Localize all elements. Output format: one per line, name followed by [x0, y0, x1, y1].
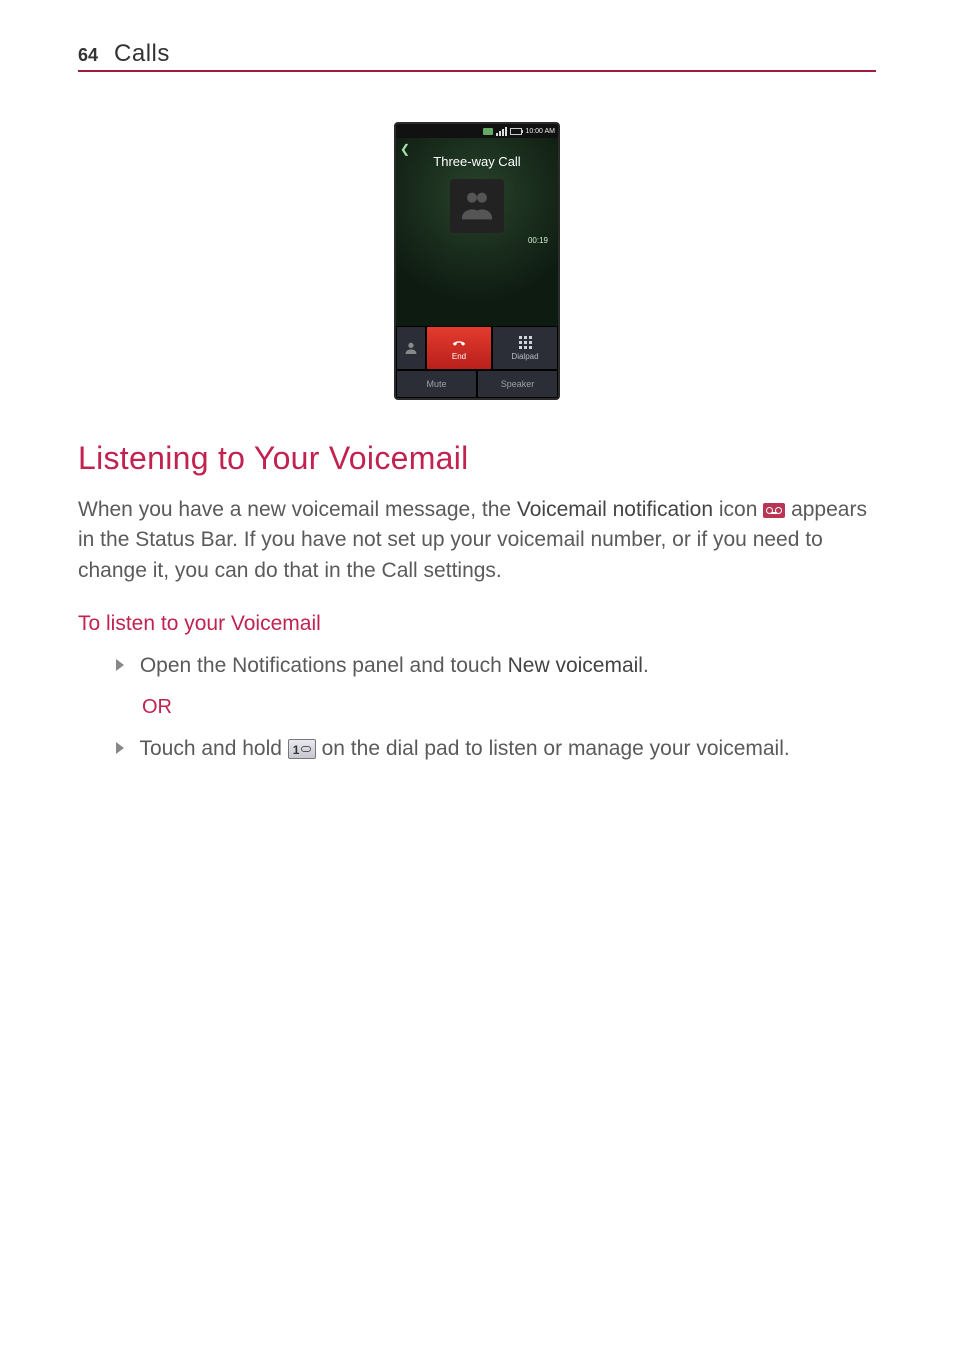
voicemail-status-icon [483, 128, 493, 135]
phone-hangup-icon [450, 336, 468, 350]
new-voicemail-term: New voicemail [508, 654, 643, 677]
signal-icon [496, 127, 507, 136]
step-1: Open the Notifications panel and touch N… [78, 650, 876, 682]
dialpad-key-1-icon [288, 739, 316, 759]
status-clock: 10:00 AM [525, 128, 555, 135]
section-title: Calls [114, 40, 170, 68]
call-duration: 00:19 [528, 236, 548, 245]
dialpad-icon [519, 336, 532, 349]
intro-paragraph: When you have a new voicemail message, t… [78, 495, 876, 586]
text: When you have a new voicemail message, t… [78, 498, 517, 521]
voicemail-notification-term: Voicemail notification [517, 498, 713, 521]
heading: Listening to Your Voicemail [78, 440, 876, 477]
page-number: 64 [78, 45, 98, 66]
add-contact-button [396, 326, 426, 370]
call-title: Three-way Call [396, 138, 558, 169]
step-2: Touch and hold on the dial pad to listen… [78, 733, 876, 765]
text: Open the Notifications panel and touch [140, 654, 508, 677]
voicemail-notification-icon [763, 503, 785, 518]
phone-screenshot: 10:00 AM ❮ Three-way Call 00:19 End [394, 122, 560, 400]
text: Touch and hold [139, 737, 287, 760]
end-call-button: End [426, 326, 492, 370]
subheading: To listen to your Voicemail [78, 612, 876, 636]
text: . [643, 654, 649, 677]
back-icon: ❮ [400, 142, 410, 156]
speaker-button: Speaker [477, 370, 558, 398]
bullet-arrow-icon [116, 659, 124, 671]
text: on the dial pad to listen or manage your… [322, 737, 790, 760]
bullet-arrow-icon [116, 742, 124, 754]
phone-status-bar: 10:00 AM [396, 124, 558, 138]
page-header: 64 Calls [78, 40, 876, 72]
end-label: End [452, 352, 466, 361]
battery-icon [510, 128, 522, 135]
mute-button: Mute [396, 370, 477, 398]
or-separator: OR [142, 696, 876, 719]
text: icon [719, 498, 763, 521]
dialpad-button: Dialpad [492, 326, 558, 370]
dialpad-label: Dialpad [511, 352, 538, 361]
contact-avatar-icon [450, 179, 504, 233]
call-screen: ❮ Three-way Call 00:19 [396, 138, 558, 326]
